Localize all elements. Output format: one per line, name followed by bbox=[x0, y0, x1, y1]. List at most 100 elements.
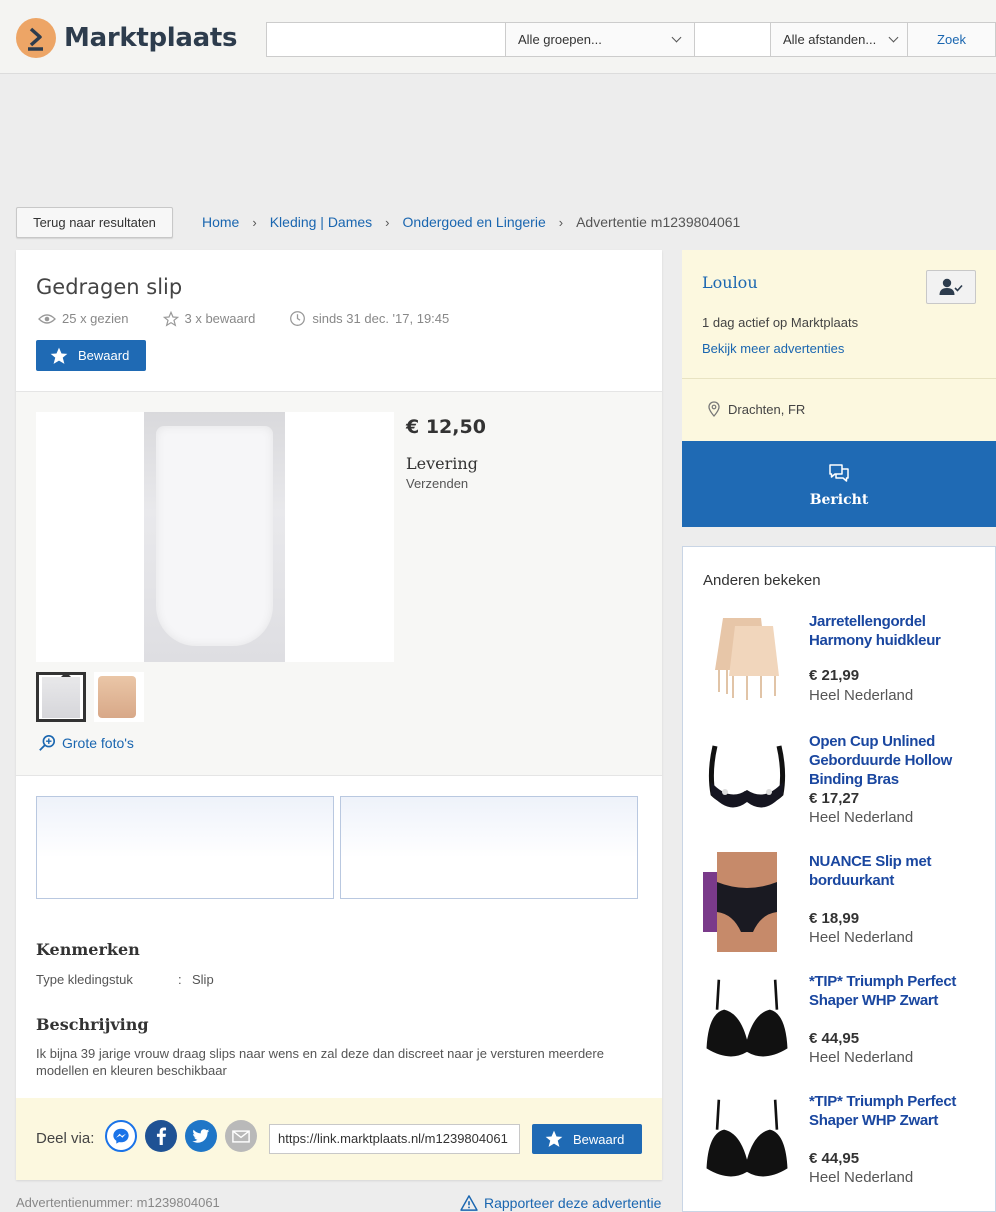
distance-select[interactable]: Alle afstanden... bbox=[771, 22, 908, 57]
share-link-field[interactable]: https://link.marktplaats.nl/m1239804061 bbox=[269, 1124, 520, 1154]
related-item[interactable]: Open Cup Unlined Geborduurde Hollow Bind… bbox=[703, 732, 993, 842]
star-icon bbox=[545, 1130, 563, 1147]
related-item-title: *TIP* Triumph Perfect Shaper WHP Zwart bbox=[809, 1093, 957, 1129]
breadcrumb-ondergoed[interactable]: Ondergoed en Lingerie bbox=[403, 214, 546, 230]
product-thumbnail bbox=[715, 618, 779, 700]
back-to-results-button[interactable]: Terug naar resultaten bbox=[16, 207, 173, 238]
advertisement-banner[interactable] bbox=[36, 796, 334, 899]
clock-icon bbox=[290, 311, 306, 326]
message-button-label: Bericht bbox=[809, 492, 869, 508]
features-heading: Kenmerken bbox=[36, 940, 140, 959]
delivery-value: Verzenden bbox=[406, 476, 469, 491]
facebook-icon[interactable] bbox=[145, 1120, 177, 1152]
logo-icon bbox=[16, 18, 56, 58]
user-check-icon bbox=[939, 278, 963, 295]
breadcrumb-current: Advertentie m1239804061 bbox=[576, 214, 741, 230]
related-item-price: € 44,95 bbox=[809, 1150, 860, 1167]
related-item[interactable]: *TIP* Triumph Perfect Shaper WHP Zwart €… bbox=[703, 972, 993, 1082]
related-item-location: Heel Nederland bbox=[809, 687, 914, 704]
seller-more-ads-link[interactable]: Bekijk meer advertenties bbox=[702, 341, 844, 356]
save-count: 3 x bewaard bbox=[184, 311, 256, 326]
seller-location-text: Drachten, FR bbox=[728, 401, 806, 417]
photo-section: Grote foto's € 12,50 Levering Verzenden bbox=[16, 392, 662, 776]
related-item-title: Jarretellengordel Harmony huidkleur bbox=[809, 613, 941, 649]
thumbnail-2[interactable] bbox=[94, 672, 144, 722]
zipcode-input[interactable] bbox=[695, 22, 771, 57]
related-item[interactable]: Jarretellengordel Harmony huidkleur € 21… bbox=[703, 612, 993, 722]
seller-card: Loulou 1 dag actief op Marktplaats Bekij… bbox=[682, 250, 996, 442]
zoom-icon bbox=[39, 734, 56, 751]
main-photo[interactable] bbox=[36, 412, 394, 662]
thumbnail-1[interactable] bbox=[36, 672, 86, 722]
group-select-value: Alle groepen... bbox=[518, 32, 602, 47]
messenger-icon[interactable] bbox=[105, 1120, 137, 1152]
listing-date: sinds 31 dec. '17, 19:45 bbox=[312, 311, 450, 326]
chevron-down-icon bbox=[671, 32, 682, 43]
marktplaats-logo[interactable]: Marktplaats bbox=[16, 18, 237, 58]
message-button[interactable]: Bericht bbox=[682, 441, 996, 527]
large-photos-link[interactable]: Grote foto's bbox=[38, 734, 134, 752]
listing-price: € 12,50 bbox=[406, 416, 486, 438]
related-item-location: Heel Nederland bbox=[809, 1169, 914, 1186]
feature-value: Slip bbox=[192, 972, 214, 987]
product-thumbnail bbox=[706, 1099, 788, 1177]
chevron-right-icon: › bbox=[558, 214, 564, 230]
breadcrumb: Home › Kleding | Dames › Ondergoed en Li… bbox=[202, 214, 740, 230]
listing-card: Gedragen slip 25 x gezien 3 x bewaard si… bbox=[16, 250, 662, 1180]
listing-stats: 25 x gezien 3 x bewaard sinds 31 dec. '1… bbox=[38, 310, 483, 327]
eye-icon bbox=[38, 313, 56, 324]
related-item[interactable]: NUANCE Slip met borduurkant € 18,99 Heel… bbox=[703, 852, 993, 962]
report-ad-link[interactable]: Rapporteer deze advertentie bbox=[460, 1195, 661, 1211]
seller-active-since: 1 dag actief op Marktplaats bbox=[702, 315, 859, 330]
related-item-title: *TIP* Triumph Perfect Shaper WHP Zwart bbox=[809, 973, 957, 1009]
related-item[interactable]: *TIP* Triumph Perfect Shaper WHP Zwart €… bbox=[703, 1092, 993, 1202]
divider bbox=[16, 775, 662, 776]
breadcrumb-kleding-dames[interactable]: Kleding | Dames bbox=[270, 214, 372, 230]
ad-number: Advertentienummer: m1239804061 bbox=[16, 1195, 220, 1210]
share-save-label: Bewaard bbox=[573, 1131, 625, 1147]
listing-title: Gedragen slip bbox=[36, 275, 183, 299]
description-text: Ik bijna 39 jarige vrouw draag slips naa… bbox=[36, 1046, 604, 1078]
related-item-price: € 21,99 bbox=[809, 667, 860, 684]
others-viewed-panel: Anderen bekeken Jarretellengordel Harmon… bbox=[682, 546, 996, 1212]
header: Marktplaats Alle groepen... Alle afstand… bbox=[0, 0, 996, 74]
product-thumbnail bbox=[708, 745, 786, 808]
star-outline-icon bbox=[162, 310, 179, 327]
advertisement-banner[interactable] bbox=[340, 796, 638, 899]
delivery-label: Levering bbox=[406, 454, 478, 473]
product-thumbnail bbox=[703, 852, 777, 952]
distance-select-value: Alle afstanden... bbox=[783, 32, 877, 47]
search-button[interactable]: Zoek bbox=[908, 22, 996, 57]
report-ad-label: Rapporteer deze advertentie bbox=[484, 1195, 662, 1211]
related-item-price: € 44,95 bbox=[809, 1030, 860, 1047]
related-item-location: Heel Nederland bbox=[809, 1049, 914, 1066]
product-photo bbox=[144, 412, 285, 662]
related-item-title: Open Cup Unlined Geborduurde Hollow Bind… bbox=[809, 733, 952, 788]
group-select[interactable]: Alle groepen... bbox=[506, 22, 695, 57]
seller-name[interactable]: Loulou bbox=[702, 273, 758, 292]
seller-location: Drachten, FR bbox=[708, 401, 805, 417]
chevron-down-icon bbox=[888, 32, 899, 43]
twitter-icon[interactable] bbox=[185, 1120, 217, 1152]
logo-text: Marktplaats bbox=[64, 23, 238, 53]
mail-icon[interactable] bbox=[225, 1120, 257, 1152]
chevron-right-icon: › bbox=[252, 214, 257, 230]
related-item-title: NUANCE Slip met borduurkant bbox=[809, 853, 932, 889]
others-viewed-title: Anderen bekeken bbox=[703, 572, 821, 589]
save-button[interactable]: Bewaard bbox=[36, 340, 146, 371]
feature-key: Type kledingstuk bbox=[36, 972, 133, 987]
product-thumbnail bbox=[706, 979, 788, 1057]
divider bbox=[682, 378, 996, 379]
view-count: 25 x gezien bbox=[62, 311, 129, 326]
feature-row: Type kledingstuk : Slip bbox=[36, 972, 214, 987]
related-item-location: Heel Nederland bbox=[809, 809, 914, 826]
chat-icon bbox=[829, 464, 849, 482]
share-save-button[interactable]: Bewaard bbox=[532, 1124, 642, 1154]
follow-seller-button[interactable] bbox=[926, 270, 976, 304]
breadcrumb-home[interactable]: Home bbox=[202, 214, 239, 230]
share-label: Deel via: bbox=[36, 1130, 95, 1147]
search-input[interactable] bbox=[266, 22, 506, 57]
save-button-label: Bewaard bbox=[78, 348, 130, 363]
chevron-right-icon: › bbox=[385, 214, 390, 230]
location-pin-icon bbox=[708, 401, 720, 417]
